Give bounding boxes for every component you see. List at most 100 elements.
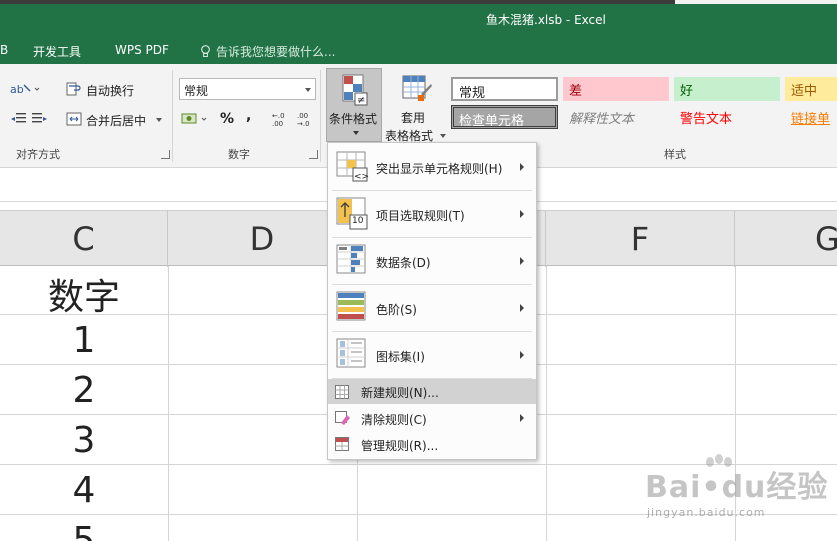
format-as-table-button[interactable]: 套用 表格格式 [385,68,447,143]
cell-c3[interactable]: 2 [0,370,168,411]
cell-c4[interactable]: 3 [0,420,168,461]
style-good-label: 好 [680,84,694,99]
style-check-cell-label: 检查单元格 [459,114,525,129]
submenu-arrow-icon [520,163,524,171]
style-normal-label: 常规 [459,86,486,101]
svg-text:←.0: ←.0 [272,112,285,120]
wrap-text-icon [66,82,81,96]
menu-label: 项目选取规则(T) [376,209,465,223]
menu-label: 新建规则(N)... [361,386,439,400]
decrease-decimal-icon[interactable]: .00 →.0 [297,111,315,127]
style-explanatory[interactable]: 解释性文本 [563,105,669,129]
window-title: 鱼木混猪.xlsb - Excel [486,13,606,27]
submenu-arrow-icon [520,210,524,218]
style-check-cell[interactable]: 检查单元格 [451,105,558,129]
menu-label: 管理规则(R)... [361,439,439,453]
menu-item-highlight-rules[interactable]: <> 突出显示单元格规则(H) [328,146,536,188]
chevron-down-icon [353,131,359,135]
cell-c6[interactable]: 5 [0,520,168,541]
style-linked-cell-label: 链接单 [791,112,831,127]
column-header-c[interactable]: C [0,211,168,267]
chevron-down-icon [305,88,311,92]
tab-developer[interactable]: 开发工具 [33,43,81,60]
menu-item-top-bottom-rules[interactable]: 10 项目选取规则(T) [328,192,536,236]
style-normal[interactable]: 常规 [451,77,558,101]
submenu-arrow-icon [520,414,524,422]
menu-item-new-rule[interactable]: 新建规则(N)... [328,379,536,404]
watermark-logo: Bai•du经验 [645,470,829,505]
alignment-launcher-icon[interactable] [161,150,170,159]
watermark-url: jingyan.baidu.com [647,506,766,519]
group-divider [172,70,173,162]
increase-indent-icon[interactable] [32,112,48,126]
tab-wps-pdf[interactable]: WPS PDF [115,43,169,57]
percent-button[interactable]: % [220,111,234,127]
title-bar: 鱼木混猪.xlsb - Excel [0,0,837,36]
title-bar-top-edge-right [675,0,837,4]
manage-rules-icon [335,437,349,451]
tab-clipped[interactable]: B [0,43,8,57]
style-bad-label: 差 [569,84,583,99]
menu-item-color-scales[interactable]: 色阶(S) [328,286,536,330]
style-neutral[interactable]: 适中 [785,77,837,101]
format-as-table-label-1: 套用 [401,111,426,125]
menu-label: 数据条(D) [376,256,431,270]
cell-c1[interactable]: 数字 [0,268,168,320]
menu-label: 清除规则(C) [361,413,427,427]
submenu-arrow-icon [520,304,524,312]
column-line [546,266,547,541]
submenu-arrow-icon [520,351,524,359]
menu-item-data-bars[interactable]: 数据条(D) [328,239,536,283]
decrease-indent-icon[interactable] [10,112,26,126]
clear-rules-icon [335,411,350,425]
svg-text:≠: ≠ [357,95,365,106]
style-bad[interactable]: 差 [563,77,669,101]
chevron-down-icon [440,134,446,138]
cell-c2[interactable]: 1 [0,320,168,361]
tell-me-box[interactable]: 告诉我您想要做什么... [200,43,335,60]
conditional-format-icon: ≠ [342,74,368,106]
svg-text:→.0: →.0 [297,120,310,127]
icon-sets-icon [336,338,366,368]
conditional-format-menu: <> 突出显示单元格规则(H) 10 项目选取规则(T) 数据条(D) 色阶(S… [327,142,537,460]
group-divider [320,70,321,162]
wrap-text-button[interactable]: 自动换行 [86,82,134,99]
increase-decimal-icon[interactable]: ←.0 .00 [272,111,290,127]
style-good[interactable]: 好 [674,77,780,101]
column-header-g[interactable]: G [735,211,837,267]
number-launcher-icon[interactable] [309,150,318,159]
data-bars-icon [336,244,366,274]
conditional-format-button[interactable]: ≠ 条件格式 [326,68,382,142]
number-format-select[interactable]: 常规 [179,78,316,100]
number-group-label: 数字 [228,148,250,161]
merge-center-icon [66,112,82,126]
orientation-icon[interactable]: ab [10,82,40,96]
column-header-f[interactable]: F [546,211,735,267]
comma-button[interactable]: , [246,108,251,124]
menu-label: 色阶(S) [376,303,417,317]
menu-label: 突出显示单元格规则(H) [376,162,503,176]
column-line [168,266,169,541]
accounting-format-icon[interactable] [181,111,211,127]
menu-item-manage-rules[interactable]: 管理规则(R)... [328,431,536,457]
style-linked-cell[interactable]: 链接单 [785,105,837,129]
number-format-value: 常规 [184,84,209,98]
alignment-group-label: 对齐方式 [16,148,60,161]
new-rule-icon [335,385,349,399]
style-warning-label: 警告文本 [680,112,733,127]
title-bar-top-edge [0,0,675,4]
menu-item-icon-sets[interactable]: 图标集(I) [328,333,536,377]
merge-dropdown-icon[interactable] [156,118,162,122]
color-scales-icon [336,291,366,321]
ribbon-tabs: B 开发工具 WPS PDF 告诉我您想要做什么... [0,36,837,64]
menu-item-clear-rules[interactable]: 清除规则(C) [328,405,536,431]
menu-label: 图标集(I) [376,350,425,364]
conditional-format-label: 条件格式 [329,112,378,126]
format-as-table-icon [402,75,432,101]
merge-center-button[interactable]: 合并后居中 [86,112,146,129]
style-warning[interactable]: 警告文本 [674,105,780,129]
svg-text:.00: .00 [297,112,308,120]
menu-separator [332,331,532,332]
cell-c5[interactable]: 4 [0,470,168,511]
style-explanatory-label: 解释性文本 [569,112,635,127]
